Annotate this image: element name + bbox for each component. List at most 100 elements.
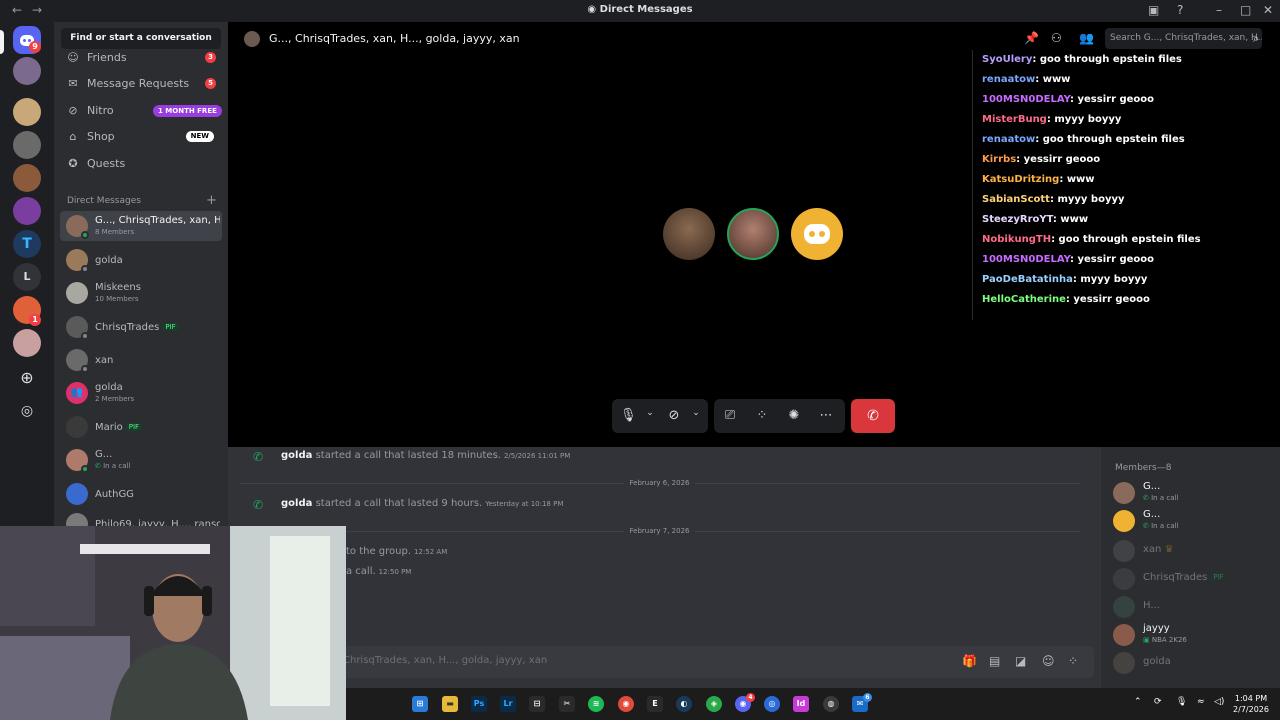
participant-avatar[interactable]: [663, 208, 715, 260]
nav-shop[interactable]: ⌂ Shop NEW: [60, 125, 222, 149]
razer-icon[interactable]: ◈: [706, 696, 722, 712]
clock-date: 2/7/2026: [1233, 705, 1269, 714]
participant-avatar[interactable]: [791, 208, 843, 260]
more-icon[interactable]: ⋯: [818, 408, 834, 423]
nav-nitro[interactable]: ⊘ Nitro 1 MONTH FREE: [60, 99, 222, 123]
screen-share-icon[interactable]: ⎚: [722, 408, 738, 423]
chat-username[interactable]: SyoUlery: [982, 54, 1032, 65]
member-status-text: In a call: [1151, 522, 1179, 530]
dm-item[interactable]: AuthGG: [60, 479, 222, 509]
microphone-icon[interactable]: 🎙: [620, 408, 637, 423]
member-item[interactable]: ChrisqTrades PIF: [1113, 565, 1273, 591]
volume-icon[interactable]: ◁): [1214, 697, 1224, 707]
help-icon[interactable]: ?: [1177, 3, 1183, 17]
add-server-icon[interactable]: ⊕: [13, 364, 41, 392]
server-icon[interactable]: [13, 197, 41, 225]
adobe-icon[interactable]: Id: [793, 696, 809, 712]
dm-item[interactable]: G... ✆ In a call: [60, 445, 222, 475]
server-icon[interactable]: L: [13, 263, 41, 291]
pin-icon[interactable]: 📌: [1024, 31, 1039, 45]
member-item[interactable]: jayyy ▣ NBA 2K26: [1113, 621, 1273, 647]
activities-icon[interactable]: ⁘: [754, 408, 770, 423]
lightroom-icon[interactable]: Lr: [500, 696, 516, 712]
end-call-button[interactable]: ✆: [851, 399, 895, 433]
camera-off-icon[interactable]: ⊘: [666, 408, 682, 423]
photoshop-icon[interactable]: Ps: [471, 696, 487, 712]
message-input[interactable]: ChrisqTrades, xan, H..., golda, jayyy, x…: [238, 646, 1094, 678]
sticker-icon[interactable]: ◪: [1015, 654, 1026, 668]
add-friends-icon[interactable]: ⚇: [1051, 31, 1062, 45]
chat-line: SteezyRroYT: www: [982, 214, 1088, 225]
member-item[interactable]: G... ✆ In a call: [1113, 507, 1273, 533]
friends-icon: ☺: [67, 51, 79, 64]
members-icon[interactable]: 👥: [1079, 31, 1094, 45]
chat-username[interactable]: SabianScott: [982, 194, 1050, 205]
obs-icon[interactable]: ◍: [823, 696, 839, 712]
server-icon[interactable]: [13, 164, 41, 192]
chevron-up-icon[interactable]: ⌃: [1134, 697, 1142, 707]
chrome-icon[interactable]: ◉: [618, 696, 634, 712]
inbox-icon[interactable]: ▣: [1148, 3, 1159, 17]
file-explorer-icon[interactable]: ▬: [442, 696, 458, 712]
capcut-icon[interactable]: ✂: [559, 696, 575, 712]
mic-tray-icon[interactable]: 🎙: [1176, 697, 1187, 707]
chat-username[interactable]: renaatow: [982, 134, 1035, 145]
chat-username[interactable]: NobikungTH: [982, 234, 1051, 245]
chat-username[interactable]: PaoDeBatatinha: [982, 274, 1073, 285]
message-user[interactable]: golda: [281, 450, 312, 461]
member-item[interactable]: xan ♛: [1113, 537, 1273, 563]
chat-username[interactable]: renaatow: [982, 74, 1035, 85]
nav-quests[interactable]: ✪ Quests: [60, 152, 222, 176]
participant-avatar-speaking[interactable]: [727, 208, 779, 260]
dm-item[interactable]: ChrisqTrades PIF: [60, 312, 222, 342]
member-item[interactable]: H...: [1113, 593, 1273, 619]
dm-item[interactable]: G..., ChrisqTrades, xan, H... 8 Members: [60, 211, 222, 241]
store-icon[interactable]: ⊟: [529, 696, 545, 712]
close-icon[interactable]: ✕: [1263, 3, 1273, 17]
server-icon[interactable]: [13, 131, 41, 159]
chat-username[interactable]: KatsuDritzing: [982, 174, 1059, 185]
chevron-down-icon[interactable]: ⌄: [688, 408, 704, 418]
dm-item[interactable]: golda: [60, 245, 222, 275]
timestamp: Yesterday at 10:18 PM: [485, 500, 564, 508]
member-item[interactable]: G... ✆ In a call: [1113, 479, 1273, 505]
message-user[interactable]: golda: [281, 498, 312, 509]
dm-item[interactable]: xan: [60, 345, 222, 375]
shop-icon: ⌂: [69, 130, 77, 143]
search-input[interactable]: Search G..., ChrisqTrades, xan, H...: [1105, 28, 1262, 49]
chat-username[interactable]: HelloCatherine: [982, 294, 1066, 305]
dm-item[interactable]: Miskeens 10 Members: [60, 278, 222, 308]
chat-username[interactable]: Kirrbs: [982, 154, 1016, 165]
nav-friends[interactable]: ☺ Friends 3: [60, 46, 222, 70]
start-icon[interactable]: ⊞: [412, 696, 428, 712]
gift-icon[interactable]: 🎁: [962, 654, 977, 668]
chat-username[interactable]: 100MSN0DELAY: [982, 94, 1070, 105]
sync-icon[interactable]: ⟳: [1154, 697, 1162, 707]
epic-games-icon[interactable]: E: [647, 696, 663, 712]
steam-icon[interactable]: ◐: [676, 696, 692, 712]
clock[interactable]: 1:04 PM 2/7/2026: [1231, 693, 1271, 715]
chat-username[interactable]: MisterBung: [982, 114, 1047, 125]
server-icon[interactable]: [13, 57, 41, 85]
soundboard-icon[interactable]: ✺: [786, 408, 802, 423]
apps-icon[interactable]: ⁘: [1068, 654, 1078, 668]
wifi-icon[interactable]: ≈: [1197, 697, 1205, 707]
dm-item[interactable]: 👥 golda 2 Members: [60, 378, 222, 408]
discover-icon[interactable]: ◎: [13, 397, 41, 425]
nav-message-requests[interactable]: ✉ Message Requests 5: [60, 72, 222, 96]
minimize-icon[interactable]: –: [1216, 3, 1222, 17]
maximize-icon[interactable]: □: [1240, 3, 1251, 17]
gif-icon[interactable]: ▤: [989, 654, 1000, 668]
server-icon[interactable]: T: [13, 230, 41, 258]
member-item[interactable]: golda: [1113, 649, 1273, 675]
chat-username[interactable]: 100MSN0DELAY: [982, 254, 1070, 265]
chat-username[interactable]: SteezyRroYT: [982, 214, 1053, 225]
chevron-down-icon[interactable]: ⌄: [642, 408, 658, 418]
server-icon[interactable]: [13, 98, 41, 126]
app-icon[interactable]: ◎: [764, 696, 780, 712]
dm-item[interactable]: Mario PIF: [60, 412, 222, 442]
emoji-icon[interactable]: ☺: [1042, 654, 1055, 668]
spotify-icon[interactable]: ≋: [588, 696, 604, 712]
server-icon[interactable]: [13, 329, 41, 357]
create-dm-icon[interactable]: +: [206, 193, 217, 208]
